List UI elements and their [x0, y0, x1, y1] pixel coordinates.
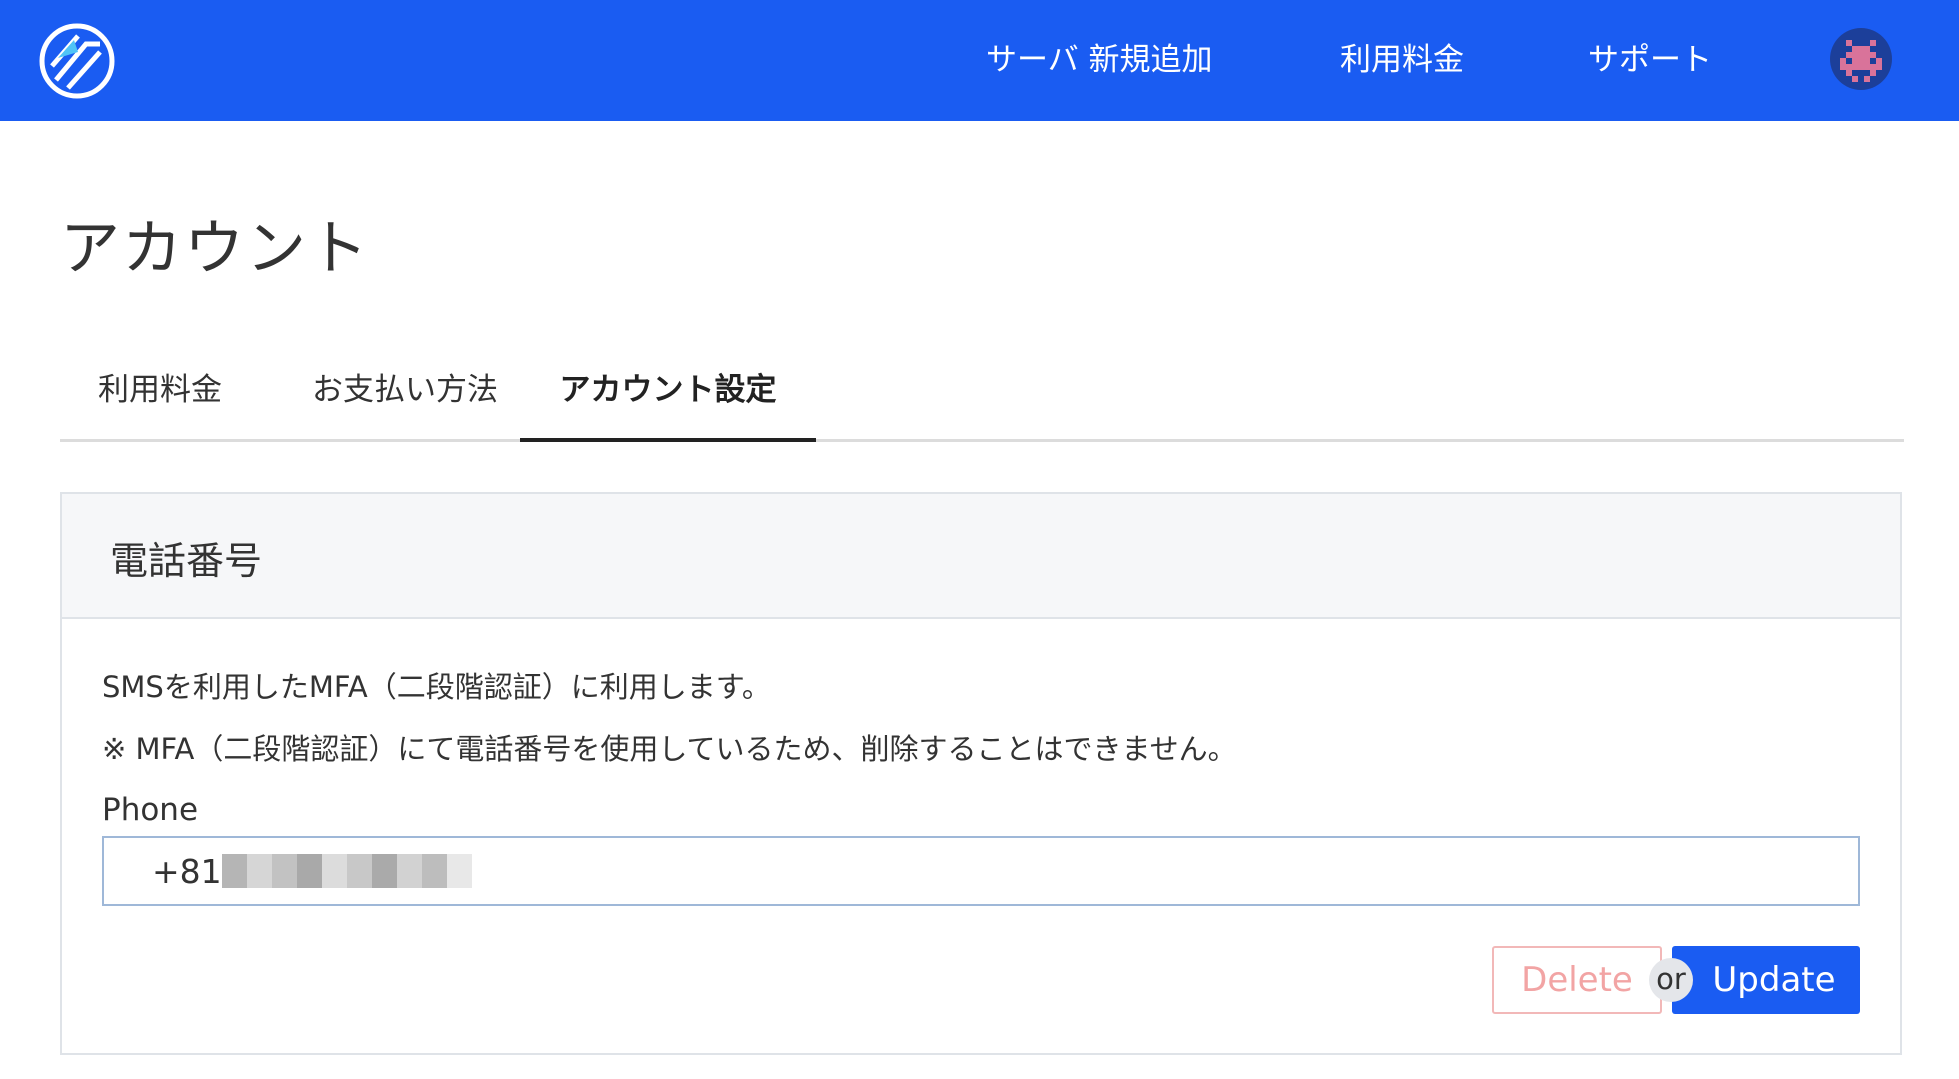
mfa-notice: ※ MFA（二段階認証）にて電話番号を使用しているため、削除することはできません… — [102, 732, 1237, 766]
tab-payment-method[interactable]: お支払い方法 — [282, 360, 528, 440]
user-avatar-icon[interactable] — [1830, 28, 1892, 90]
nav-billing[interactable]: 利用料金 — [1340, 38, 1464, 82]
nav-add-server[interactable]: サーバ 新規追加 — [986, 38, 1213, 82]
page-title: アカウント — [60, 214, 370, 284]
top-navigation-bar: サーバ 新規追加 利用料金 サポート — [0, 0, 1959, 121]
brand-logo-icon[interactable] — [38, 22, 116, 100]
delete-button[interactable]: Delete — [1492, 946, 1662, 1014]
account-tabs: 利用料金 お支払い方法 アカウント設定 — [60, 360, 1904, 442]
phone-label: Phone — [102, 792, 199, 828]
nav-support[interactable]: サポート — [1588, 38, 1712, 82]
or-separator: or — [1649, 958, 1693, 1002]
card-title: 電話番号 — [110, 539, 263, 583]
tab-billing[interactable]: 利用料金 — [60, 360, 260, 440]
phone-number-card: 電話番号 SMSを利用したMFA（二段階認証）に利用します。 ※ MFA（二段階… — [60, 492, 1902, 1055]
phone-number-redacted — [222, 854, 472, 888]
phone-country-code: +81 — [152, 852, 222, 891]
card-header: 電話番号 — [62, 494, 1900, 619]
mfa-description: SMSを利用したMFA（二段階認証）に利用します。 — [102, 670, 771, 704]
tab-account-settings[interactable]: アカウント設定 — [520, 360, 816, 442]
update-button[interactable]: Update — [1672, 946, 1860, 1014]
phone-input[interactable]: +81 — [102, 836, 1860, 906]
